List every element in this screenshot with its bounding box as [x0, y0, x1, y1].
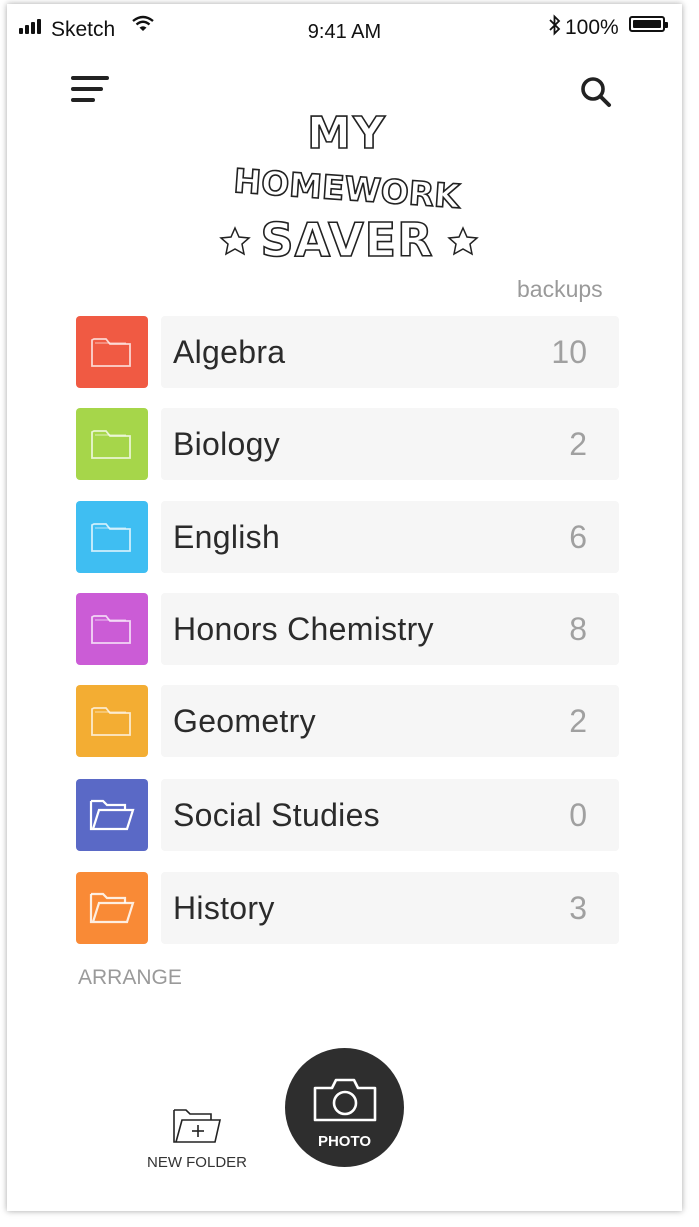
backup-count: 0 — [569, 797, 587, 833]
backup-count: 6 — [569, 519, 587, 555]
folder-row-algebra[interactable]: Algebra 10 — [76, 316, 619, 388]
folder-row-english[interactable]: English 6 — [76, 501, 619, 573]
bluetooth-icon — [549, 14, 561, 36]
app-logo: MY HOMEWORK SAVER — [219, 107, 479, 268]
folder-bar: Biology 2 — [161, 408, 619, 480]
backup-count: 8 — [569, 611, 587, 647]
logo-line-2: HOMEWORK — [232, 161, 462, 216]
logo-line-3: SAVER — [260, 213, 433, 267]
logo-line-1: MY — [307, 108, 387, 159]
star-icon — [447, 226, 479, 256]
folder-name: Social Studies — [173, 797, 380, 833]
backup-count: 2 — [569, 426, 587, 462]
folder-bar: Social Studies 0 — [161, 779, 619, 851]
menu-button[interactable] — [71, 74, 113, 106]
folder-color-tile — [76, 501, 148, 573]
folder-icon — [91, 707, 131, 736]
new-folder-button[interactable]: NEW FOLDER — [137, 1104, 257, 1174]
backup-count: 3 — [569, 890, 587, 926]
folder-name: Biology — [173, 426, 281, 462]
backup-count: 10 — [551, 334, 587, 370]
folder-bar: History 3 — [161, 872, 619, 944]
folder-row-geometry[interactable]: Geometry 2 — [76, 685, 619, 757]
photo-button[interactable]: PHOTO — [285, 1048, 404, 1167]
folder-color-tile — [76, 779, 148, 851]
backup-count: 2 — [569, 703, 587, 739]
folder-row-history[interactable]: History 3 — [76, 872, 619, 944]
folder-name: Honors Chemistry — [173, 611, 434, 647]
folder-bar: Algebra 10 — [161, 316, 619, 388]
folder-bar: Geometry 2 — [161, 685, 619, 757]
star-icon — [219, 226, 251, 256]
folder-name: History — [173, 890, 275, 926]
folder-row-biology[interactable]: Biology 2 — [76, 408, 619, 480]
battery-icon — [629, 16, 668, 32]
folder-row-honors-chemistry[interactable]: Honors Chemistry 8 — [76, 593, 619, 665]
open-folder-icon — [89, 892, 135, 924]
folder-name: Geometry — [173, 703, 316, 739]
folder-row-social-studies[interactable]: Social Studies 0 — [76, 779, 619, 851]
folder-icon — [91, 430, 131, 459]
folder-bar: Honors Chemistry 8 — [161, 593, 619, 665]
folder-color-tile — [76, 316, 148, 388]
folder-icon — [91, 615, 131, 644]
battery-percentage: 100% — [565, 16, 619, 39]
folder-name: English — [173, 519, 281, 555]
folder-color-tile — [76, 685, 148, 757]
search-button[interactable] — [577, 74, 617, 114]
folder-icon — [91, 338, 131, 367]
folder-color-tile — [76, 872, 148, 944]
backups-column-header: backups — [517, 276, 603, 302]
folder-color-tile — [76, 593, 148, 665]
status-bar: Sketch 9:41 AM 100% — [7, 4, 682, 54]
search-icon — [581, 77, 611, 107]
arrange-button[interactable]: ARRANGE — [78, 966, 182, 990]
folder-icon — [91, 523, 131, 552]
camera-icon — [313, 1078, 377, 1122]
photo-label: PHOTO — [317, 1133, 372, 1150]
new-folder-label: NEW FOLDER — [146, 1154, 247, 1171]
folder-color-tile — [76, 408, 148, 480]
new-folder-icon — [173, 1109, 222, 1143]
open-folder-icon — [89, 799, 135, 831]
folder-bar: English 6 — [161, 501, 619, 573]
folder-name: Algebra — [173, 334, 286, 370]
phone-screen: Sketch 9:41 AM 100% MY HOMEWORK SAVER ba… — [7, 4, 682, 1211]
